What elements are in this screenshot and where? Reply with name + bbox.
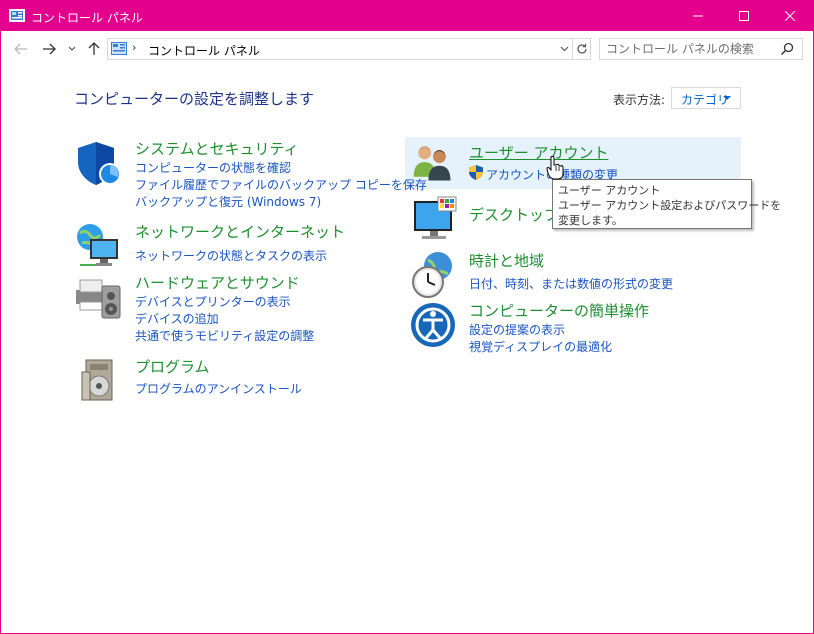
desktop-palette-icon [414, 196, 457, 239]
programs-disc-icon [81, 359, 113, 401]
view-by-dropdown[interactable]: カテゴリ [671, 87, 741, 109]
clock-globe-icon [412, 252, 452, 298]
chevron-down-icon [560, 46, 568, 52]
tooltip-line-1: ユーザー アカウント [558, 184, 661, 197]
address-toolbar: › コントロール パネル [1, 31, 813, 67]
category-title-system-security[interactable]: システムとセキュリティ [135, 138, 299, 159]
category-title-programs[interactable]: プログラム [135, 356, 210, 377]
window-title: コントロール パネル [31, 11, 143, 25]
category-title-network-internet[interactable]: ネットワークとインターネット [135, 221, 345, 242]
search-box[interactable] [599, 38, 803, 60]
minimize-icon [693, 15, 703, 17]
back-arrow-icon [14, 43, 27, 55]
link-mobility-settings[interactable]: 共通で使うモビリティ設定の調整 [135, 327, 314, 344]
close-button[interactable] [767, 1, 813, 31]
link-network-status-tasks[interactable]: ネットワークの状態とタスクの表示 [135, 247, 327, 264]
title-bar[interactable]: コントロール パネル [1, 1, 813, 31]
control-panel-location-icon [111, 42, 127, 55]
close-icon [785, 11, 795, 21]
link-file-history-backup[interactable]: ファイル履歴でファイルのバックアップ コピーを保存 [135, 176, 427, 193]
view-by-label: 表示方法: [613, 93, 666, 107]
category-title-ease-of-access[interactable]: コンピューターの簡単操作 [469, 300, 649, 321]
refresh-icon [577, 43, 587, 54]
printer-speaker-icon [76, 279, 121, 319]
user-accounts-tooltip: ユーザー アカウント ユーザー アカウント設定およびパスワードを 変更します。 [552, 179, 781, 229]
link-optimize-visual-display[interactable]: 視覚ディスプレイの最適化 [469, 338, 612, 355]
recent-locations-button[interactable] [65, 39, 79, 59]
search-icon[interactable] [780, 42, 794, 56]
tooltip-line-3: 変更します。 [558, 214, 623, 227]
recent-chevron-icon [68, 46, 76, 51]
category-title-hardware-sound[interactable]: ハードウェアとサウンド [135, 272, 300, 293]
link-uninstall-program[interactable]: プログラムのアンインストール [135, 380, 302, 397]
ease-of-access-icon [411, 303, 455, 347]
tooltip-line-2: ユーザー アカウント設定およびパスワードを [558, 199, 782, 212]
breadcrumb-control-panel[interactable]: コントロール パネル [148, 42, 260, 59]
up-button[interactable] [84, 39, 104, 59]
refresh-button[interactable] [572, 39, 591, 59]
forward-button[interactable] [39, 39, 59, 59]
control-panel-app-icon [9, 9, 25, 22]
search-input[interactable] [606, 41, 776, 57]
hand-cursor-icon [546, 156, 564, 180]
link-recommended-settings[interactable]: 設定の提案の表示 [469, 321, 565, 338]
page-heading: コンピューターの設定を調整します [74, 90, 315, 108]
up-arrow-icon [88, 42, 100, 55]
minimize-button[interactable] [675, 1, 721, 31]
users-icon [413, 146, 451, 181]
dropdown-caret-icon [723, 96, 731, 100]
link-devices-printers[interactable]: デバイスとプリンターの表示 [135, 293, 291, 310]
breadcrumb-separator: › [132, 41, 137, 54]
maximize-button[interactable] [721, 1, 767, 31]
maximize-icon [739, 11, 749, 21]
link-add-device[interactable]: デバイスの追加 [135, 310, 219, 327]
back-button[interactable] [11, 39, 31, 59]
link-date-time-number-format[interactable]: 日付、時刻、または数値の形式の変更 [469, 275, 673, 292]
link-check-computer-status[interactable]: コンピューターの状態を確認 [135, 159, 291, 176]
view-by-value: カテゴリ [681, 93, 730, 107]
category-title-user-accounts[interactable]: ユーザー アカウント [469, 142, 608, 163]
address-field[interactable]: › コントロール パネル [107, 38, 591, 60]
link-backup-restore[interactable]: バックアップと復元 (Windows 7) [135, 193, 321, 210]
forward-arrow-icon [43, 43, 56, 55]
shield-icon [78, 142, 121, 185]
network-globe-icon [77, 224, 118, 266]
address-dropdown-button[interactable] [557, 39, 571, 59]
category-title-clock-region[interactable]: 時計と地域 [469, 250, 544, 271]
uac-shield-icon [469, 165, 483, 180]
control-panel-window: コントロール パネル › コントロール パネル コントロール パネルの検索 コン… [0, 0, 814, 634]
